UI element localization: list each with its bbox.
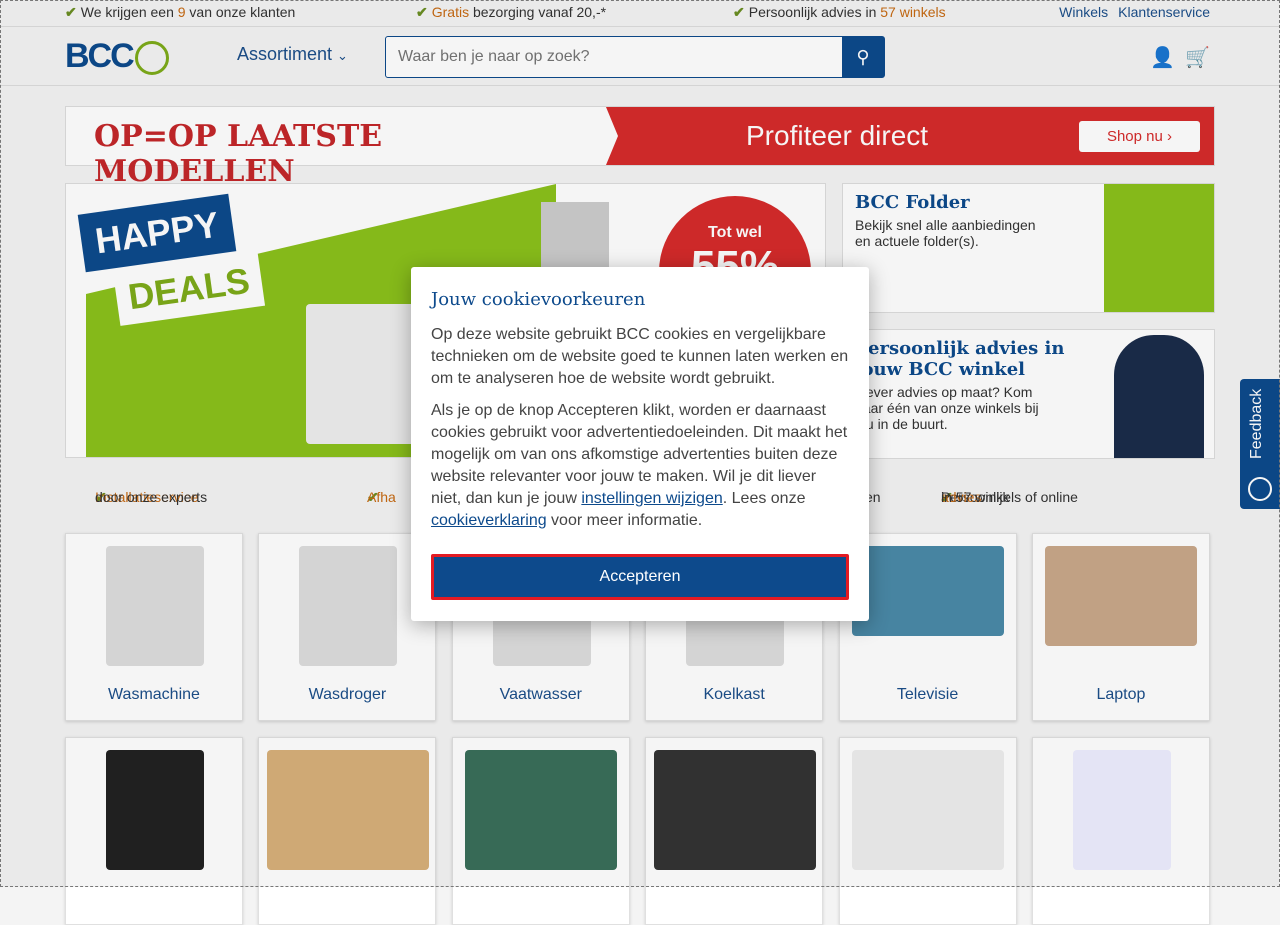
cookie-dialog-title: Jouw cookievoorkeuren — [431, 289, 646, 310]
cookie-text: . Lees onze — [722, 490, 806, 507]
cookie-dialog: Jouw cookievoorkeuren Op deze website ge… — [411, 267, 869, 621]
cookie-statement-link[interactable]: cookieverklaring — [431, 512, 547, 529]
accept-button[interactable]: Accepteren — [431, 554, 849, 600]
cookie-text-2: Als je op de knop Accepteren klikt, word… — [431, 400, 849, 532]
cookie-text-1: Op deze website gebruikt BCC cookies en … — [431, 326, 849, 387]
cookie-text: voor meer informatie. — [546, 512, 703, 529]
settings-link[interactable]: instellingen wijzigen — [581, 490, 722, 507]
